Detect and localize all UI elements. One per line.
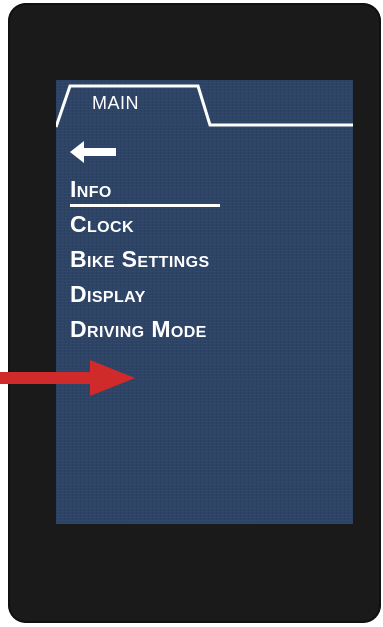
selection-underline [70,204,220,207]
menu-item-driving-mode[interactable]: Driving Mode [70,318,210,353]
menu-item-label: Display [70,281,146,307]
menu-item-label: Info [70,176,112,202]
back-arrow-icon[interactable] [70,140,116,164]
menu-item-label: Bike Settings [70,246,210,272]
menu-item-info[interactable]: Info [70,176,220,213]
menu-item-display[interactable]: Display [70,283,210,318]
menu-item-label: Clock [70,211,134,237]
menu-item-clock[interactable]: Clock [70,213,210,248]
red-arrow-icon [0,360,135,396]
display-screen: MAIN Info Clock Bike Settings Display Dr… [56,80,353,524]
menu-item-label: Driving Mode [70,316,207,342]
display-device: MAIN Info Clock Bike Settings Display Dr… [8,3,381,623]
menu-item-bike-settings[interactable]: Bike Settings [70,248,210,283]
main-menu: Info Clock Bike Settings Display Driving… [70,176,220,353]
tab-main[interactable]: MAIN [92,93,139,114]
